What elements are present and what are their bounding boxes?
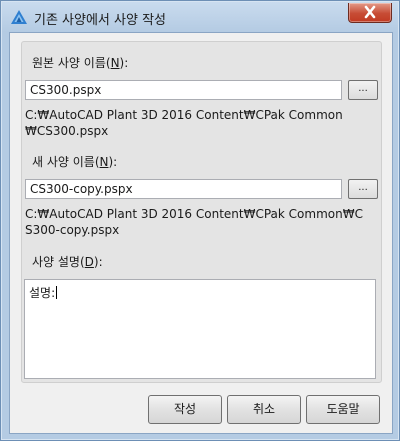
- spec-description-textarea[interactable]: 설명:: [24, 279, 376, 379]
- close-button[interactable]: [348, 3, 392, 23]
- description-text: 설명:: [29, 286, 56, 300]
- window-title: 기존 사양에서 사양 작성: [34, 13, 166, 28]
- new-spec-path: C:₩AutoCAD Plant 3D 2016 Content₩CPak Co…: [25, 207, 363, 237]
- cancel-button[interactable]: 취소: [227, 395, 301, 424]
- dialog-window: 기존 사양에서 사양 작성 원본 사양 이름(N): CS300.pspx ..…: [0, 0, 400, 441]
- source-browse-button[interactable]: ...: [348, 80, 378, 100]
- text-caret: [56, 286, 58, 299]
- create-button[interactable]: 작성: [148, 395, 222, 424]
- autocad-plant-icon: [11, 10, 27, 24]
- help-button[interactable]: 도움말: [306, 395, 380, 424]
- source-spec-label: 원본 사양 이름(N):: [32, 56, 129, 70]
- dialog-body: 원본 사양 이름(N): CS300.pspx ... C:₩AutoCAD P…: [9, 32, 393, 434]
- source-spec-path: C:₩AutoCAD Plant 3D 2016 Content₩CPak Co…: [25, 108, 343, 138]
- new-spec-label: 새 사양 이름(N):: [32, 155, 118, 169]
- spec-description-label: 사양 설명(D):: [32, 255, 103, 269]
- new-spec-field[interactable]: CS300-copy.pspx: [25, 179, 342, 199]
- title-bar[interactable]: 기존 사양에서 사양 작성: [2, 2, 398, 32]
- close-icon: [364, 5, 376, 19]
- source-spec-field[interactable]: CS300.pspx: [25, 80, 342, 100]
- new-spec-browse-button[interactable]: ...: [348, 179, 378, 199]
